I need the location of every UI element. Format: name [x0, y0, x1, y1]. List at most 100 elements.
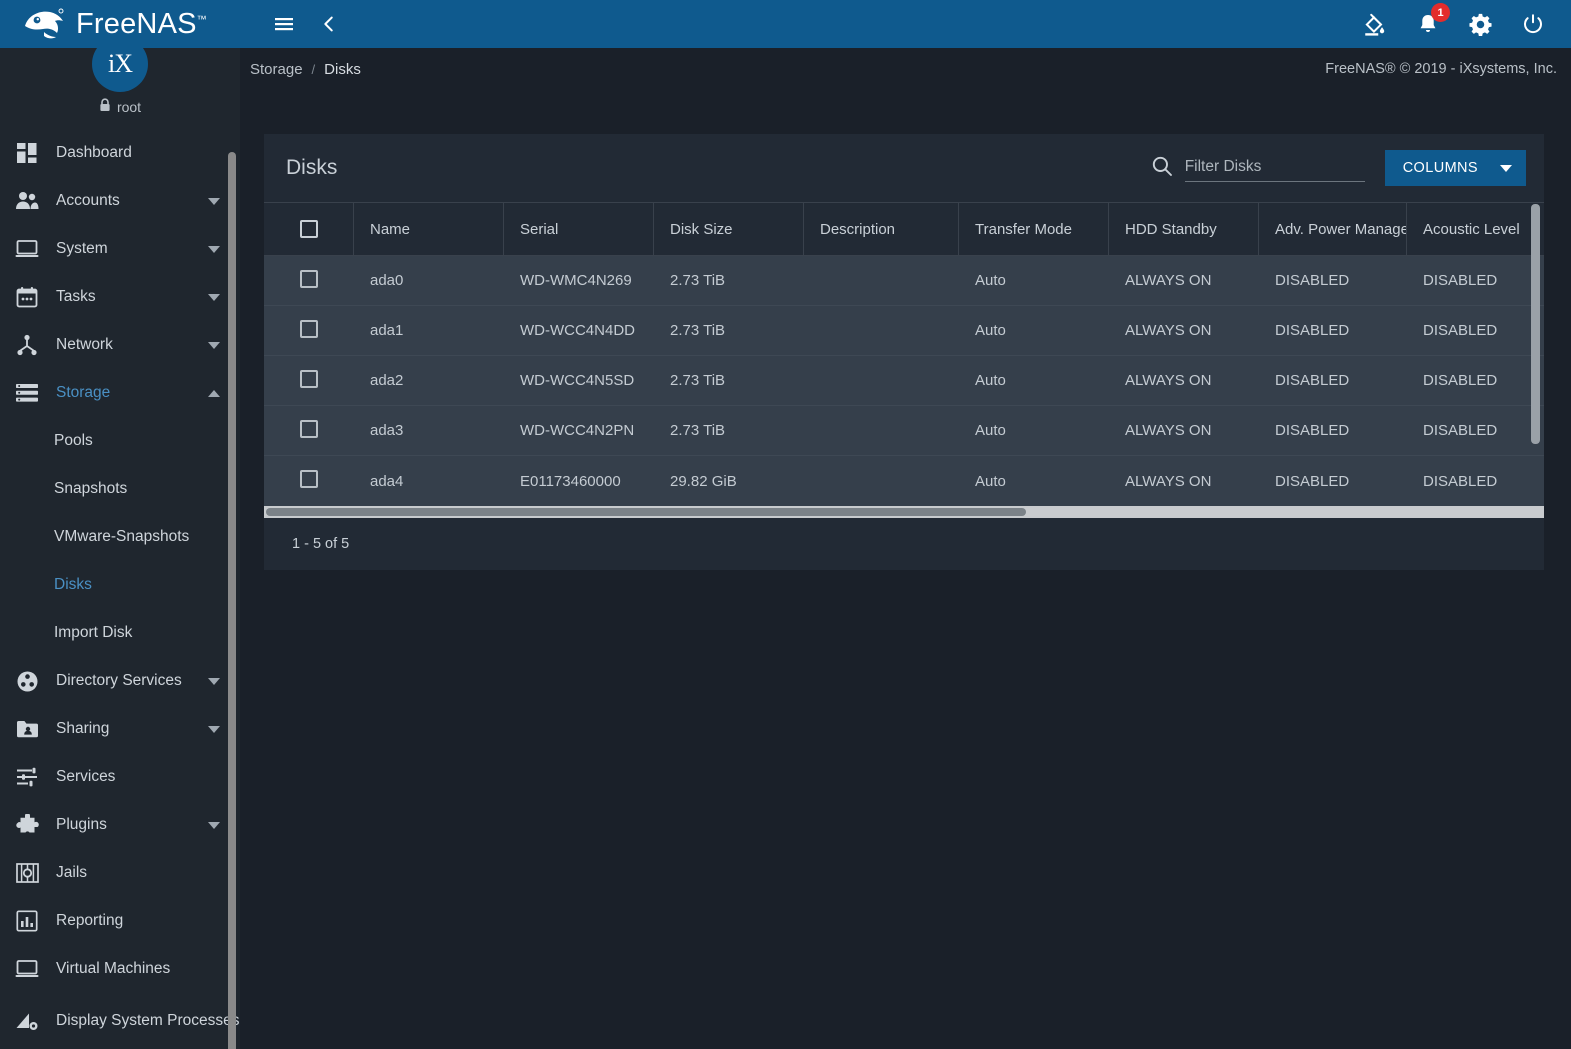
sidebar-subitem-disks[interactable]: Disks [0, 561, 240, 609]
brand-logo-area[interactable]: FreeNAS™ [0, 0, 240, 48]
sidebar-item-system[interactable]: System [0, 225, 240, 273]
chevron-down-icon[interactable] [208, 341, 220, 349]
row-checkbox[interactable] [300, 269, 318, 288]
sidebar-scrollbar-thumb[interactable] [228, 152, 236, 1049]
cell-transfer-mode: Auto [975, 472, 1006, 490]
chevron-down-icon[interactable] [208, 821, 220, 829]
row-select-cell [264, 470, 354, 492]
column-header-adv-power-management[interactable]: Adv. Power Manage [1259, 202, 1407, 256]
sidebar-subitem-import-disk[interactable]: Import Disk [0, 609, 240, 657]
copyright-text: FreeNAS® © 2019 - iXsystems, Inc. [1325, 61, 1557, 77]
column-header-hdd-standby[interactable]: HDD Standby [1109, 202, 1259, 256]
paint-bucket-icon[interactable] [1362, 11, 1388, 37]
column-header-serial[interactable]: Serial [504, 202, 654, 256]
dashboard-icon [14, 140, 40, 166]
freenas-app-window: FreeNAS™ 1 iX root Dashboard Accounts Sy… [0, 0, 1571, 1049]
brand-trademark: ™ [196, 13, 207, 25]
sidebar-item-accounts[interactable]: Accounts [0, 177, 240, 225]
cell-serial: WD-WMC4N269 [520, 272, 632, 289]
table-horizontal-scrollbar-thumb[interactable] [266, 508, 1026, 516]
sidebar-item-label: Virtual Machines [56, 960, 171, 977]
chevron-up-icon[interactable] [208, 389, 220, 397]
chevron-left-icon[interactable] [318, 13, 340, 35]
sharing-folder-icon [14, 716, 40, 742]
cell-name: ada1 [370, 322, 404, 339]
sidebar-item-services[interactable]: Services [0, 753, 240, 801]
table-vertical-scrollbar-thumb[interactable] [1531, 204, 1540, 444]
sidebar-subitem-label: VMware-Snapshots [54, 528, 190, 545]
nav-list: Dashboard Accounts System Tasks Network … [0, 129, 240, 1049]
bell-icon[interactable]: 1 [1416, 3, 1450, 36]
power-icon[interactable] [1521, 12, 1545, 36]
sidebar-subitem-label: Pools [54, 432, 93, 449]
table-body: ada0 WD-WMC4N269 2.73 TiB Auto ALWAYS ON… [264, 256, 1544, 506]
disks-card: Disks COLUMNS [264, 134, 1544, 570]
column-header-acoustic-level[interactable]: Acoustic Level [1407, 202, 1544, 256]
chevron-down-icon[interactable] [208, 197, 220, 205]
column-header-disk-size[interactable]: Disk Size [654, 202, 804, 256]
breadcrumb: Storage / Disks FreeNAS® © 2019 - iXsyst… [240, 48, 1571, 90]
breadcrumb-parent[interactable]: Storage [250, 61, 303, 78]
sidebar-subitem-snapshots[interactable]: Snapshots [0, 465, 240, 513]
table-row[interactable]: ada3 WD-WCC4N2PN 2.73 TiB Auto ALWAYS ON… [264, 406, 1544, 456]
tasks-calendar-icon [14, 284, 40, 310]
cell-adv-power-management: DISABLED [1275, 272, 1350, 289]
gear-icon[interactable] [1468, 12, 1493, 37]
row-checkbox[interactable] [300, 369, 318, 388]
table-vertical-scrollbar[interactable] [1531, 202, 1542, 452]
table-row[interactable]: ada2 WD-WCC4N5SD 2.73 TiB Auto ALWAYS ON… [264, 356, 1544, 406]
sidebar-item-label: Services [56, 768, 116, 785]
cell-serial: E01173460000 [520, 472, 621, 490]
sidebar-scrollbar[interactable] [228, 100, 238, 1049]
sidebar-item-directory-services[interactable]: Directory Services [0, 657, 240, 705]
column-header-name[interactable]: Name [354, 202, 504, 256]
row-checkbox[interactable] [300, 470, 318, 488]
sidebar-item-display-system-processes[interactable]: Display System Processes [0, 993, 240, 1049]
sidebar-item-plugins[interactable]: Plugins [0, 801, 240, 849]
sidebar-subitem-pools[interactable]: Pools [0, 417, 240, 465]
sidebar-item-label: Directory Services [56, 672, 182, 689]
breadcrumb-current[interactable]: Disks [324, 61, 361, 78]
disks-table: Name Serial Disk Size Description Transf… [264, 202, 1544, 506]
sidebar-navigation: iX root Dashboard Accounts System Tasks … [0, 48, 240, 1049]
chevron-down-icon[interactable] [208, 293, 220, 301]
sidebar-item-reporting[interactable]: Reporting [0, 897, 240, 945]
row-checkbox[interactable] [300, 419, 318, 438]
row-select-cell [264, 269, 354, 292]
sidebar-item-network[interactable]: Network [0, 321, 240, 369]
chevron-down-icon[interactable] [208, 245, 220, 253]
chevron-down-icon[interactable] [208, 725, 220, 733]
row-checkbox[interactable] [300, 319, 318, 338]
search-icon[interactable] [1151, 155, 1173, 182]
hamburger-menu-icon[interactable] [272, 12, 296, 36]
sidebar-item-dashboard[interactable]: Dashboard [0, 129, 240, 177]
sidebar-item-tasks[interactable]: Tasks [0, 273, 240, 321]
table-row[interactable]: ada1 WD-WCC4N4DD 2.73 TiB Auto ALWAYS ON… [264, 306, 1544, 356]
cell-hdd-standby: ALWAYS ON [1125, 372, 1212, 389]
accounts-icon [14, 188, 40, 214]
sidebar-item-virtual-machines[interactable]: Virtual Machines [0, 945, 240, 993]
column-header-description[interactable]: Description [804, 202, 959, 256]
filter-control [1151, 155, 1365, 182]
chevron-down-icon[interactable] [208, 677, 220, 685]
table-row[interactable]: ada4 E01173460000 29.82 GiB Auto ALWAYS … [264, 456, 1544, 506]
avatar[interactable]: iX [92, 48, 148, 92]
sidebar-subitem-vmware-snapshots[interactable]: VMware-Snapshots [0, 513, 240, 561]
sidebar-item-jails[interactable]: Jails [0, 849, 240, 897]
columns-button[interactable]: COLUMNS [1384, 150, 1526, 186]
column-header-transfer-mode[interactable]: Transfer Mode [959, 202, 1109, 256]
sidebar-item-label: Network [56, 336, 113, 353]
cell-transfer-mode: Auto [975, 272, 1006, 289]
cell-serial: WD-WCC4N5SD [520, 372, 635, 389]
select-all-checkbox[interactable] [300, 220, 318, 238]
plugins-puzzle-icon [14, 812, 40, 838]
sidebar-subitem-label: Disks [54, 576, 92, 593]
table-horizontal-scrollbar[interactable] [264, 506, 1544, 518]
sidebar-item-sharing[interactable]: Sharing [0, 705, 240, 753]
table-row[interactable]: ada0 WD-WMC4N269 2.73 TiB Auto ALWAYS ON… [264, 256, 1544, 306]
cell-adv-power-management: DISABLED [1275, 422, 1350, 439]
cell-name: ada0 [370, 272, 404, 289]
sidebar-item-storage[interactable]: Storage [0, 369, 240, 417]
pagination-bar: 1 - 5 of 5 [264, 518, 1544, 570]
search-input[interactable] [1184, 157, 1365, 176]
